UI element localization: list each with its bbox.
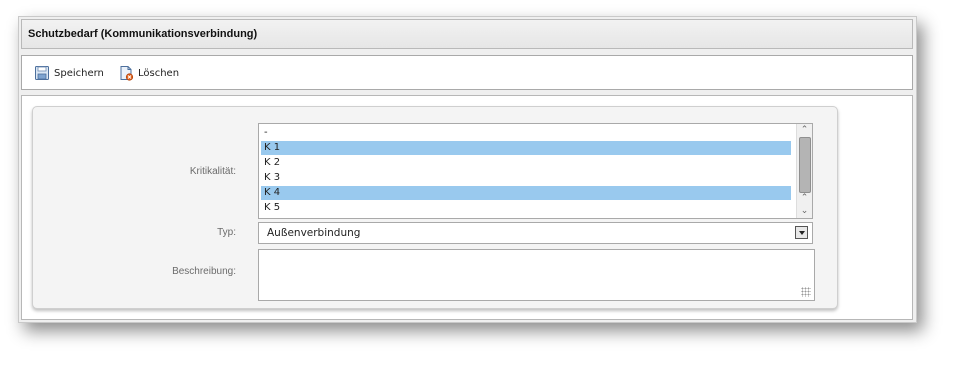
list-item[interactable]: K 2 bbox=[261, 156, 791, 170]
list-item[interactable]: K 5 bbox=[261, 201, 791, 215]
title-bar: Schutzbedarf (Kommunikationsverbindung) bbox=[21, 19, 913, 49]
scroll-thumb[interactable] bbox=[799, 137, 811, 193]
list-item[interactable]: - bbox=[261, 126, 791, 140]
save-disk-icon bbox=[35, 66, 49, 80]
save-button[interactable]: Speichern bbox=[34, 65, 104, 81]
dialog-window: Schutzbedarf (Kommunikationsverbindung) … bbox=[18, 16, 917, 323]
scroll-up-icon[interactable]: ⌃ bbox=[797, 192, 812, 204]
scroll-up-icon[interactable]: ⌃ bbox=[797, 124, 812, 136]
beschreibung-label: Beschreibung: bbox=[172, 266, 236, 277]
typ-select[interactable]: Außenverbindung bbox=[258, 222, 813, 244]
window-title: Schutzbedarf (Kommunikationsverbindung) bbox=[28, 28, 258, 40]
list-item[interactable]: K 3 bbox=[261, 171, 791, 185]
scroll-down-icon[interactable]: ⌄ bbox=[797, 205, 812, 217]
form-panel: Kritikalität: - K 1 K 2 K 3 K 4 K 5 ⌃ ⌃ … bbox=[32, 106, 838, 309]
typ-label: Typ: bbox=[217, 227, 236, 238]
toolbar: Speichern Löschen bbox=[21, 55, 913, 90]
delete-button-label: Löschen bbox=[138, 67, 180, 79]
listbox-scrollbar[interactable]: ⌃ ⌃ ⌄ bbox=[796, 124, 812, 218]
save-button-label: Speichern bbox=[54, 67, 104, 79]
content-area: Kritikalität: - K 1 K 2 K 3 K 4 K 5 ⌃ ⌃ … bbox=[21, 95, 913, 320]
kritikalitaet-label: Kritikalität: bbox=[189, 166, 236, 177]
beschreibung-textarea[interactable] bbox=[258, 249, 815, 301]
list-item[interactable]: K 1 bbox=[261, 141, 791, 155]
resize-grip-icon[interactable] bbox=[801, 287, 811, 297]
list-item[interactable]: K 4 bbox=[261, 186, 791, 200]
kritikalitaet-listbox[interactable]: - K 1 K 2 K 3 K 4 K 5 ⌃ ⌃ ⌄ bbox=[258, 123, 813, 219]
typ-selected-value: Außenverbindung bbox=[267, 227, 361, 239]
delete-document-icon bbox=[120, 66, 134, 81]
dropdown-arrow-icon[interactable] bbox=[795, 226, 808, 239]
delete-button[interactable]: Löschen bbox=[118, 65, 179, 81]
